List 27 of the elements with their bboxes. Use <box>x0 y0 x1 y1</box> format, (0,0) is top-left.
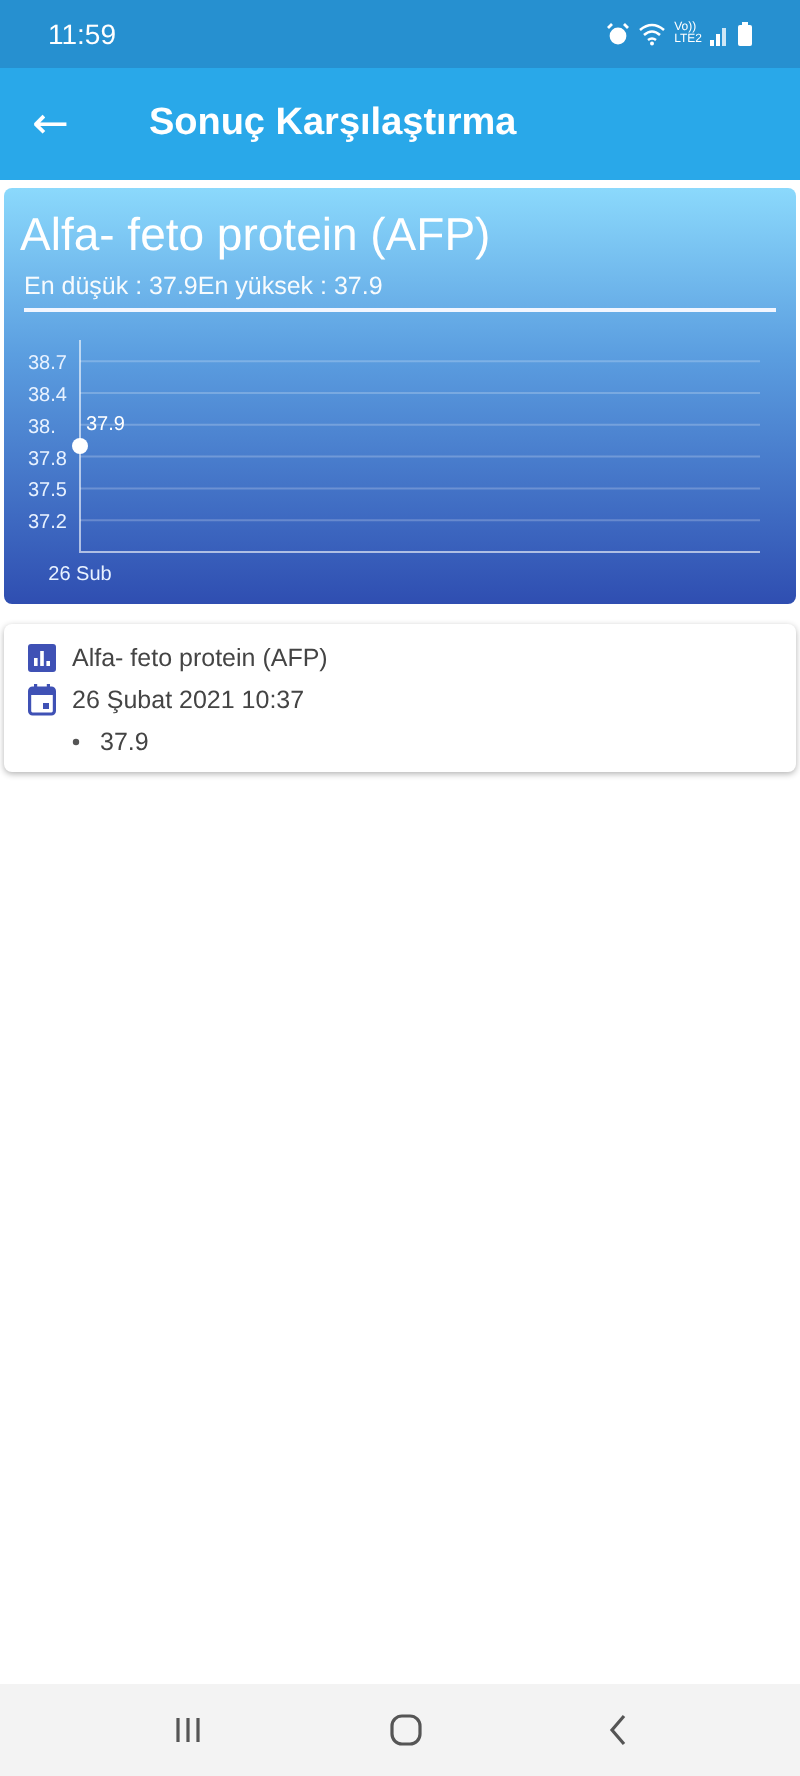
screen-title: Sonuç Karşılaştırma <box>148 102 517 146</box>
x-tick-label: 26 Sub <box>48 564 112 586</box>
y-tick-label: 37.8 <box>28 448 67 471</box>
home-icon[interactable] <box>389 1714 422 1746</box>
bullet-icon <box>72 738 80 746</box>
test-name: Alfa- feto protein (AFP) <box>72 644 328 672</box>
clock: 11:59 <box>48 18 116 50</box>
test-title: Alfa- feto protein (AFP) <box>18 206 493 262</box>
back-icon[interactable] <box>607 1714 628 1746</box>
bar-chart-icon <box>28 644 56 672</box>
y-tick-label: 38.4 <box>28 385 67 407</box>
data-label: 37.9 <box>86 414 125 436</box>
y-tick-label: 37.5 <box>28 480 67 503</box>
y-tick-label: 38.7 <box>28 353 67 376</box>
range-text: En düşük : 37.9En yüksek : 37.9 <box>22 270 385 300</box>
wifi-icon <box>638 22 667 46</box>
recent-apps-icon[interactable] <box>172 1714 205 1746</box>
calendar-icon <box>28 684 56 716</box>
result-value: 37.9 <box>72 728 772 756</box>
back-button[interactable]: ← <box>0 99 97 149</box>
result-date: 26 Şubat 2021 10:37 <box>72 686 305 714</box>
alarm-icon <box>606 22 631 46</box>
signal-icon <box>710 23 730 45</box>
data-point <box>72 438 88 454</box>
y-tick-label: 37.2 <box>28 512 67 535</box>
y-tick-label: 38. <box>28 416 56 439</box>
battery-icon <box>738 22 752 46</box>
